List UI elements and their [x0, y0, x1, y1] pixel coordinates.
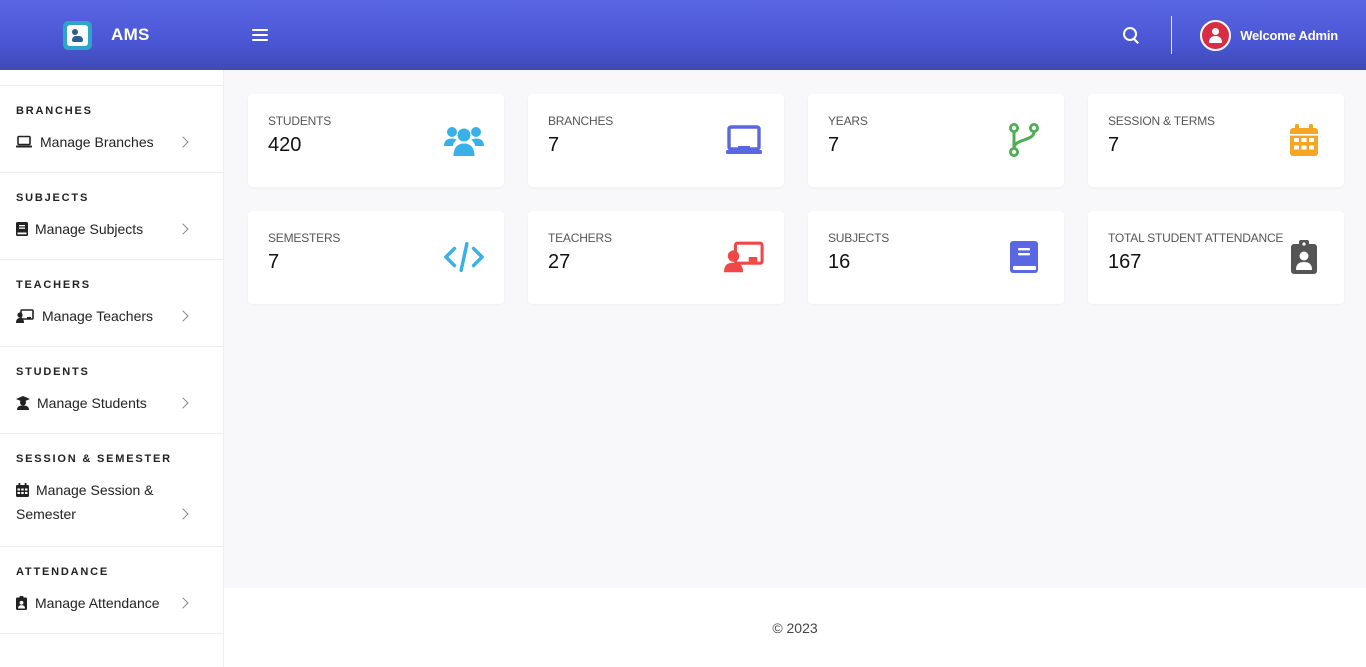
sidebar-section-attendance: ATTENDANCE Manage Attendance	[0, 547, 223, 634]
top-navbar: AMS Welcome Admin	[0, 0, 1366, 70]
stat-card-branches[interactable]: BRANCHES 7	[528, 94, 784, 187]
section-title: TEACHERS	[16, 279, 91, 291]
user-menu[interactable]: Welcome Admin	[1200, 19, 1338, 51]
chevron-right-icon	[177, 310, 189, 322]
sidebar-item-label: Manage Subjects	[35, 221, 144, 237]
avatar	[1200, 19, 1232, 51]
code-branch-icon	[1004, 122, 1044, 158]
book-icon	[16, 222, 28, 236]
search-icon[interactable]	[1121, 25, 1141, 45]
sidebar-section-teachers: TEACHERS Manage Teachers	[0, 260, 223, 347]
sidebar-item-label: Manage Branches	[40, 134, 154, 150]
chevron-right-icon	[177, 597, 189, 609]
header-divider	[1171, 16, 1173, 54]
sidebar-item-label: Manage Session &	[36, 482, 154, 498]
stats-grid: STUDENTS 420 BRANCHES 7 YEARS 7 SESSION …	[248, 94, 1344, 304]
brand[interactable]: AMS	[0, 20, 224, 50]
footer: © 2023	[224, 588, 1366, 667]
stat-card-total-attendance[interactable]: TOTAL STUDENT ATTENDANCE 167	[1088, 211, 1344, 304]
stat-card-session-terms[interactable]: SESSION & TERMS 7	[1088, 94, 1344, 187]
chalkboard-teacher-icon	[16, 309, 34, 323]
clipboard-user-icon	[1284, 239, 1324, 275]
sidebar-item-manage-teachers[interactable]: Manage Teachers	[16, 291, 207, 346]
chevron-right-icon	[177, 223, 189, 235]
sidebar-item-label-line2: Semester	[16, 506, 76, 522]
clipboard-user-icon	[16, 596, 27, 610]
stat-card-semesters[interactable]: SEMESTERS 7	[248, 211, 504, 304]
section-title: SESSION & SEMESTER	[16, 453, 172, 465]
brand-name: AMS	[111, 25, 150, 44]
chevron-right-icon	[177, 508, 189, 520]
sidebar-item-label: Manage Students	[37, 395, 147, 411]
sidebar-item-label: Manage Teachers	[42, 308, 154, 324]
chalkboard-teacher-icon	[724, 239, 764, 275]
stat-card-teachers[interactable]: TEACHERS 27	[528, 211, 784, 304]
sidebar-section-session-semester: SESSION & SEMESTER Manage Session & Seme…	[0, 434, 223, 547]
sidebar-item-manage-attendance[interactable]: Manage Attendance	[16, 578, 207, 633]
sidebar-item-label: Manage Attendance	[35, 595, 160, 611]
sidebar-item-manage-branches[interactable]: Manage Branches	[16, 117, 207, 172]
sidebar-item-manage-session-semester[interactable]: Manage Session & Semester	[16, 465, 207, 546]
sidebar: BRANCHES Manage Branches SUBJECTS Manage…	[0, 70, 224, 667]
main-content: STUDENTS 420 BRANCHES 7 YEARS 7 SESSION …	[224, 70, 1366, 588]
sidebar-section-subjects: SUBJECTS Manage Subjects	[0, 173, 223, 260]
sidebar-item-manage-subjects[interactable]: Manage Subjects	[16, 204, 207, 259]
sidebar-item-manage-students[interactable]: Manage Students	[16, 378, 207, 433]
chalkboard-icon	[724, 122, 764, 158]
stat-card-years[interactable]: YEARS 7	[808, 94, 1064, 187]
users-icon	[444, 122, 484, 158]
section-title: ATTENDANCE	[16, 566, 109, 578]
menu-toggle-icon[interactable]	[252, 29, 268, 41]
stat-card-subjects[interactable]: SUBJECTS 16	[808, 211, 1064, 304]
graduate-icon	[16, 396, 30, 410]
chevron-right-icon	[177, 136, 189, 148]
section-title: STUDENTS	[16, 366, 90, 378]
section-title: SUBJECTS	[16, 192, 90, 204]
sidebar-section-students: STUDENTS Manage Students	[0, 347, 223, 434]
book-icon	[1004, 239, 1044, 275]
code-icon	[444, 239, 484, 275]
welcome-text: Welcome Admin	[1240, 27, 1338, 43]
brand-logo-icon	[63, 20, 92, 50]
stat-card-students[interactable]: STUDENTS 420	[248, 94, 504, 187]
calendar-icon	[16, 483, 29, 497]
calendar-icon	[1284, 122, 1324, 158]
copyright-text: © 2023	[772, 620, 818, 636]
chevron-right-icon	[177, 397, 189, 409]
laptop-icon	[16, 135, 32, 148]
section-title: BRANCHES	[16, 105, 93, 117]
sidebar-section-branches: BRANCHES Manage Branches	[0, 86, 223, 173]
